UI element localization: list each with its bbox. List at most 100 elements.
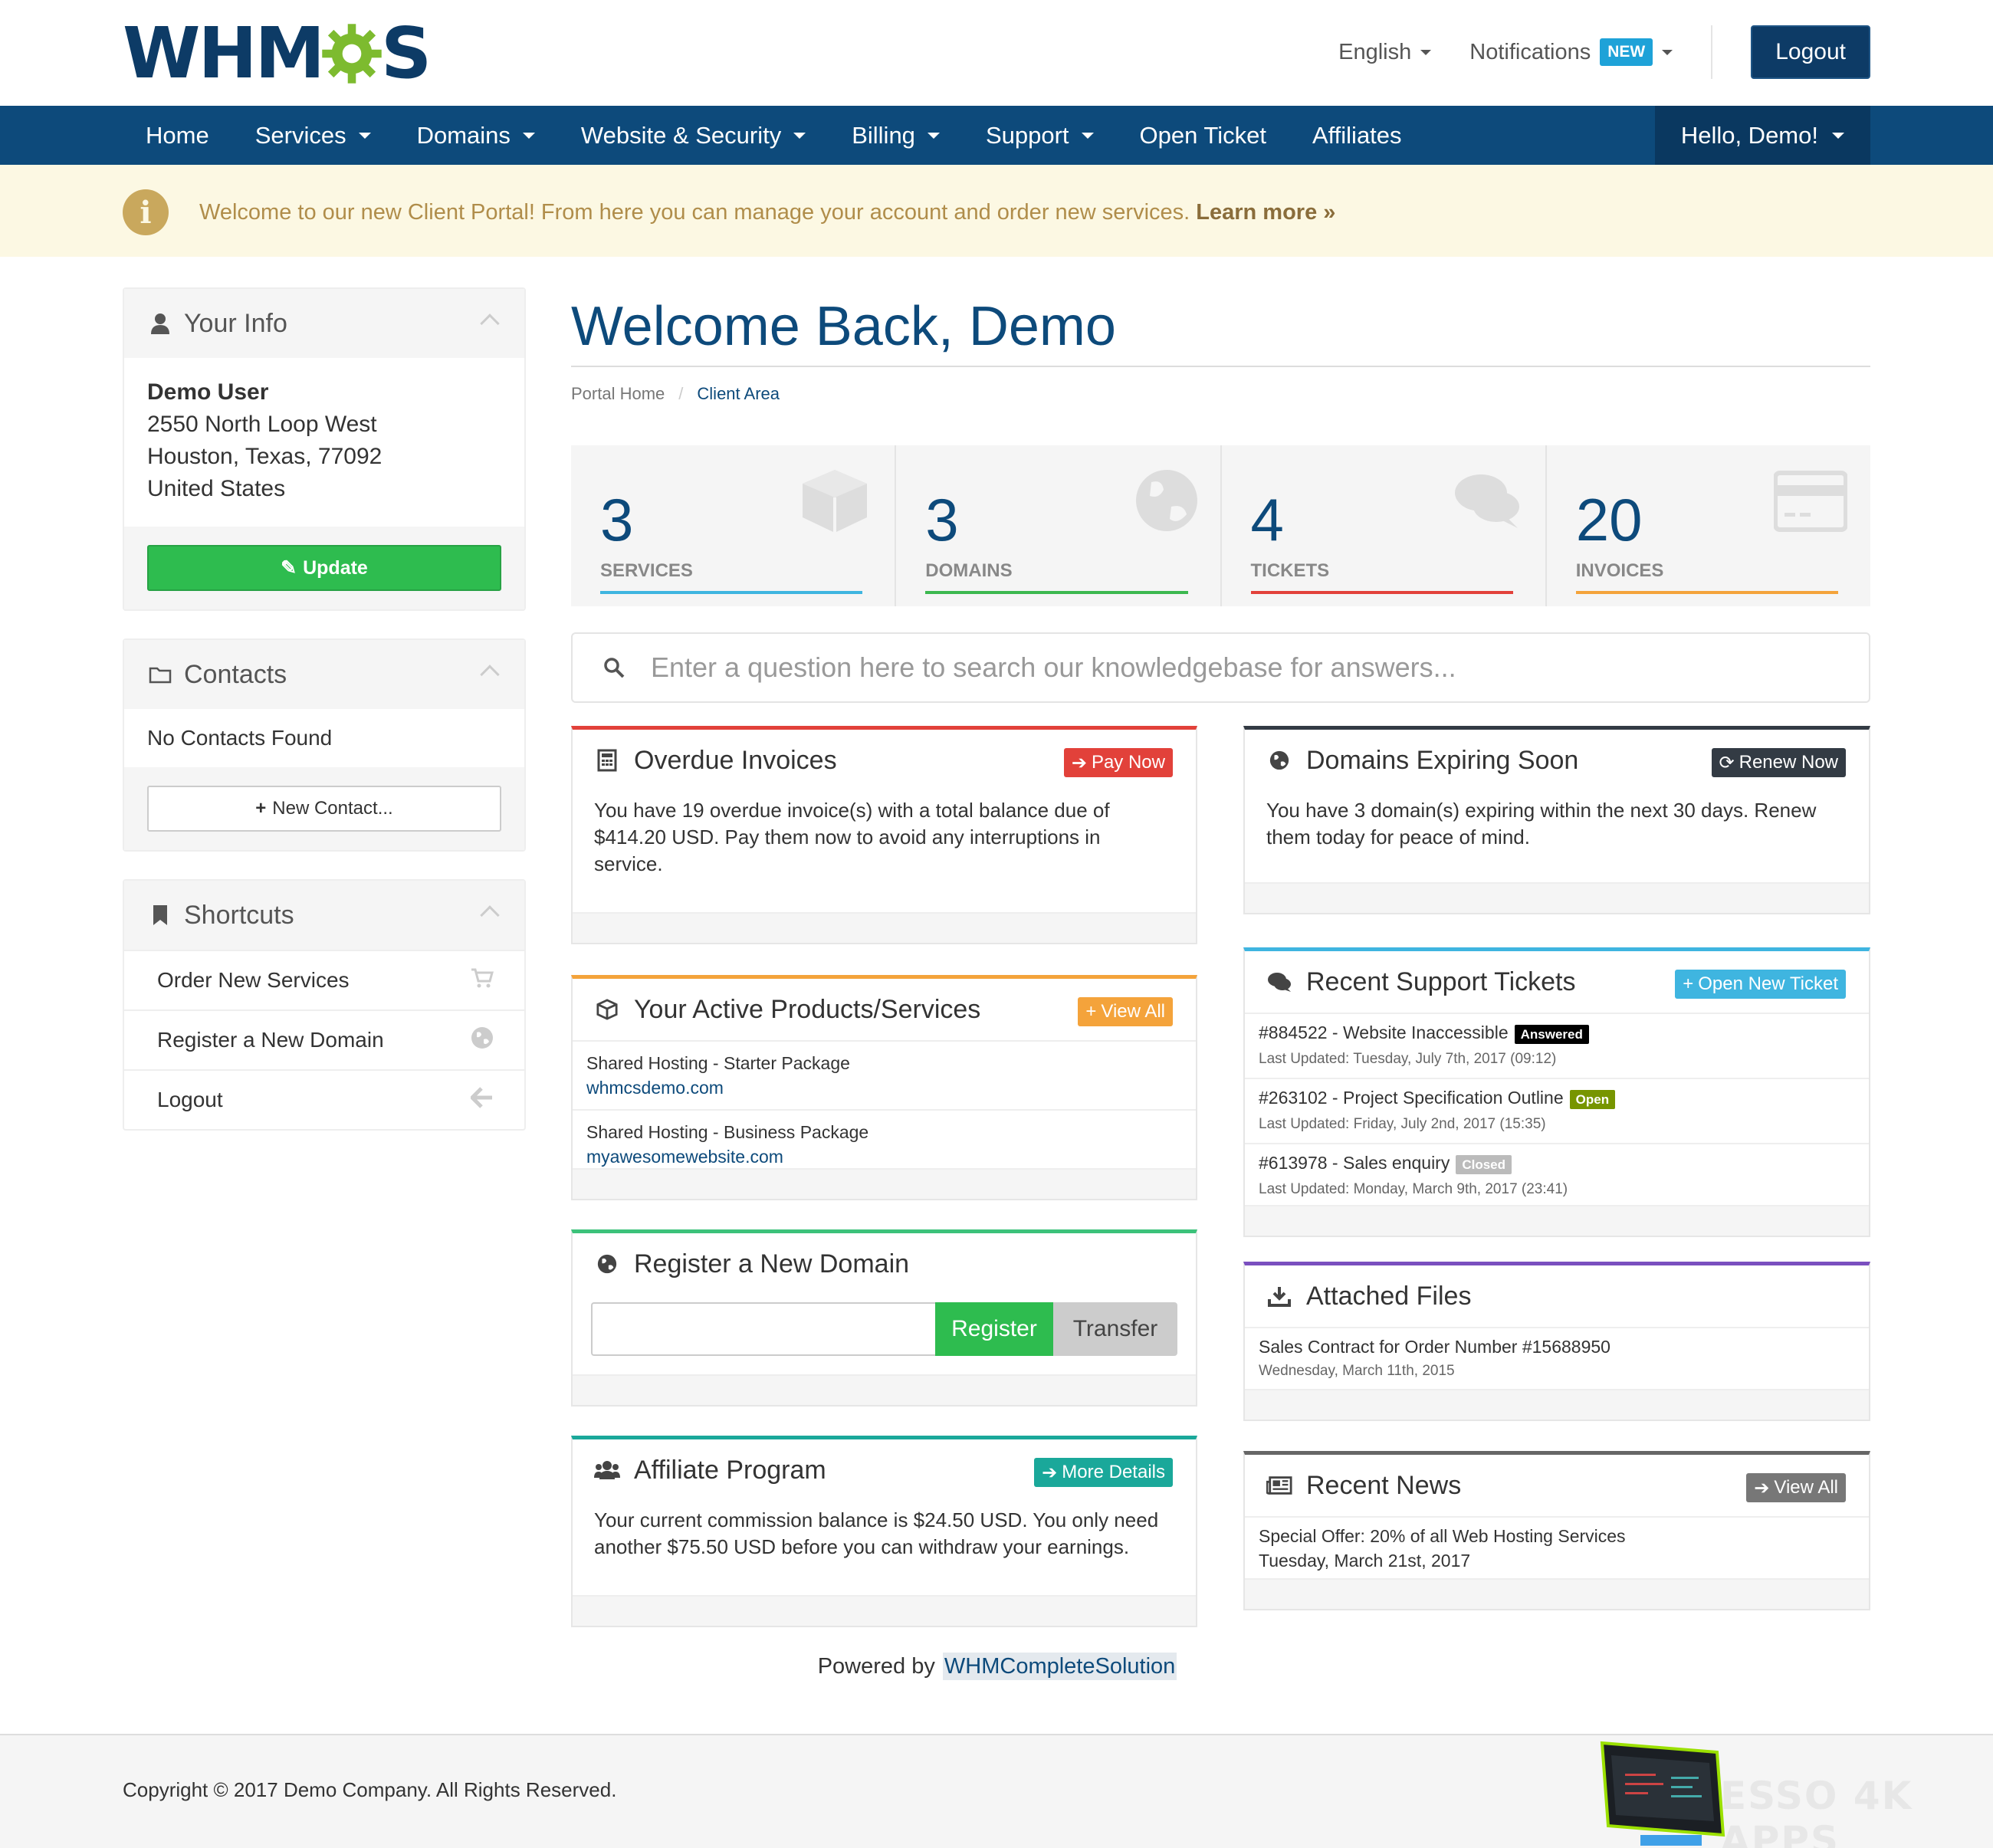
open-new-ticket-button[interactable]: + Open New Ticket	[1675, 970, 1846, 999]
chevron-down-icon	[793, 132, 806, 139]
file-row[interactable]: Sales Contract for Order Number #1568895…	[1245, 1327, 1869, 1393]
arrow-right-icon: ➔	[1071, 752, 1087, 773]
nav-support[interactable]: Support	[963, 106, 1117, 165]
product-name: Shared Hosting - Starter Package	[586, 1053, 850, 1073]
nav-open-ticket[interactable]: Open Ticket	[1117, 106, 1289, 165]
user-menu[interactable]: Hello, Demo!	[1654, 106, 1870, 165]
powered-by: Powered by WHMCompleteSolution	[0, 1653, 1993, 1680]
ticket-row[interactable]: #884522 - Website Inaccessible Answered L…	[1245, 1013, 1869, 1078]
whmcs-logo[interactable]: WHM S	[123, 17, 432, 90]
stat-label: TICKETS	[1250, 560, 1330, 581]
card-text: You have 3 domain(s) expiring within the…	[1266, 799, 1817, 849]
contacts-panel: Contacts No Contacts Found + New Contact…	[123, 638, 526, 852]
renew-now-button[interactable]: ⟳ Renew Now	[1711, 748, 1846, 777]
card-header: Domains Expiring Soon ⟳ Renew Now	[1245, 730, 1869, 791]
domain-input[interactable]	[591, 1302, 935, 1356]
panel-header[interactable]: Shortcuts	[124, 881, 524, 950]
card-header: Attached Files	[1245, 1265, 1869, 1327]
nav-domains[interactable]: Domains	[394, 106, 558, 165]
calculator-icon	[594, 749, 620, 772]
ticket-subject: #613978 - Sales enquiry	[1259, 1153, 1450, 1173]
shortcut-register-domain[interactable]: Register a New Domain	[124, 1009, 524, 1069]
view-all-news-button[interactable]: ➔ View All	[1746, 1473, 1846, 1502]
nav-services[interactable]: Services	[232, 106, 394, 165]
breadcrumb-current: Client Area	[697, 384, 780, 403]
news-row[interactable]: Special Offer: 20% of all Web Hosting Se…	[1245, 1516, 1869, 1582]
divider	[571, 366, 1870, 367]
chevron-up-icon[interactable]	[480, 313, 500, 333]
breadcrumb-home[interactable]: Portal Home	[571, 384, 665, 404]
button-label: New Contact...	[272, 798, 393, 819]
file-date: Wednesday, March 11th, 2015	[1259, 1363, 1455, 1379]
user-greeting: Hello, Demo!	[1680, 121, 1818, 149]
knowledgebase-search[interactable]: Enter a question here to search our know…	[571, 632, 1870, 703]
pay-now-button[interactable]: ➔ Pay Now	[1063, 748, 1173, 777]
chevron-down-icon	[1832, 132, 1844, 139]
update-button[interactable]: ✎ Update	[147, 545, 501, 591]
shortcut-logout[interactable]: Logout	[124, 1069, 524, 1129]
panel-header[interactable]: Contacts	[124, 640, 524, 709]
ticket-row[interactable]: #613978 - Sales enquiry Closed Last Updat…	[1245, 1143, 1869, 1208]
card-title: Recent Support Tickets	[1306, 967, 1576, 996]
comments-icon	[1266, 971, 1292, 993]
learn-more-link[interactable]: Learn more »	[1196, 200, 1335, 225]
globe-icon	[594, 1253, 620, 1275]
chevron-up-icon[interactable]	[480, 665, 500, 684]
bookmark-icon	[147, 904, 173, 926]
powered-by-link[interactable]: WHMCompleteSolution	[942, 1653, 1177, 1680]
product-domain-link[interactable]: whmcsdemo.com	[586, 1075, 1182, 1100]
nav-billing[interactable]: Billing	[829, 106, 963, 165]
users-icon	[594, 1459, 620, 1481]
stat-underline	[925, 591, 1188, 594]
watermark: ESSO 4K APPS	[1594, 1735, 1993, 1848]
transfer-button[interactable]: Transfer	[1053, 1302, 1177, 1356]
nav-label: Open Ticket	[1139, 121, 1266, 149]
logout-button[interactable]: Logout	[1751, 25, 1870, 79]
tile-services[interactable]: 3 SERVICES	[571, 445, 897, 606]
sidebar: Your Info Demo User 2550 North Loop West…	[123, 287, 526, 1158]
language-dropdown[interactable]: English	[1338, 40, 1432, 65]
nav-affiliates[interactable]: Affiliates	[1289, 106, 1425, 165]
more-details-button[interactable]: ➔ More Details	[1034, 1458, 1173, 1487]
divider	[1711, 25, 1713, 79]
product-domain-link[interactable]: myawesomewebsite.com	[586, 1144, 1182, 1169]
panel-header[interactable]: Your Info	[124, 289, 524, 358]
attached-files-card: Attached Files Sales Contract for Order …	[1243, 1262, 1870, 1421]
globe-icon	[1266, 750, 1292, 771]
nav-label: Home	[146, 121, 209, 149]
panel-title: Contacts	[184, 659, 287, 689]
card-footer	[573, 912, 1196, 943]
card-text: Your current commission balance is $24.5…	[594, 1508, 1159, 1558]
register-button[interactable]: Register	[935, 1302, 1053, 1356]
view-all-products-button[interactable]: + View All	[1078, 997, 1173, 1026]
news-headline: Special Offer: 20% of all Web Hosting Se…	[1259, 1526, 1626, 1546]
news-date: Tuesday, March 21st, 2017	[1259, 1551, 1471, 1571]
main-content: Welcome Back, Demo Portal Home / Client …	[571, 287, 1870, 1627]
new-contact-button[interactable]: + New Contact...	[147, 786, 501, 832]
card-footer	[573, 1168, 1196, 1199]
card-header: Your Active Products/Services + View All	[573, 979, 1196, 1040]
tile-invoices[interactable]: 20 INVOICES	[1547, 445, 1870, 606]
shortcut-order-services[interactable]: Order New Services	[124, 950, 524, 1009]
shortcut-label: Logout	[157, 1088, 223, 1111]
globe-icon	[1135, 470, 1197, 531]
tile-tickets[interactable]: 4 TICKETS	[1222, 445, 1547, 606]
ticket-row[interactable]: #263102 - Project Specification Outline O…	[1245, 1078, 1869, 1143]
button-label: View All	[1101, 1001, 1165, 1022]
tile-domains[interactable]: 3 DOMAINS	[896, 445, 1222, 606]
panel-title: Your Info	[184, 308, 287, 338]
breadcrumb-separator: /	[678, 384, 684, 403]
welcome-alert: i Welcome to our new Client Portal! From…	[0, 165, 1993, 257]
nav-home[interactable]: Home	[123, 106, 232, 165]
search-placeholder: Enter a question here to search our know…	[651, 652, 1456, 683]
card-footer	[1245, 1205, 1869, 1236]
overdue-invoices-card: Overdue Invoices ➔ Pay Now You have 19 o…	[571, 726, 1197, 944]
nav-website-security[interactable]: Website & Security	[558, 106, 829, 165]
card-text: You have 19 overdue invoice(s) with a to…	[594, 799, 1110, 875]
notifications-dropdown[interactable]: Notifications NEW	[1469, 38, 1673, 66]
top-header: WHM S English Notifications NEW Logout	[0, 0, 1993, 106]
chevron-up-icon[interactable]	[480, 905, 500, 925]
refresh-icon: ⟳	[1719, 752, 1735, 773]
logo-gear-icon	[322, 24, 382, 84]
product-row[interactable]: Shared Hosting - Starter Package whmcsde…	[573, 1040, 1196, 1109]
